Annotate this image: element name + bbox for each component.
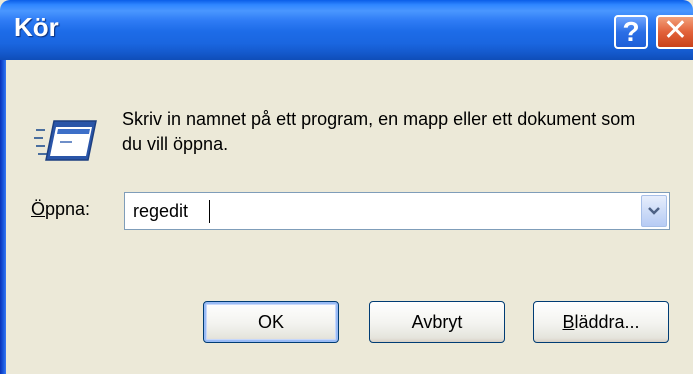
- help-button[interactable]: ?: [614, 15, 648, 49]
- run-dialog: Kör ? ✕ Skriv in namnet på ett program, …: [0, 0, 693, 374]
- open-combobox[interactable]: [124, 192, 670, 230]
- open-label-accelerator: Ö: [31, 199, 46, 219]
- dialog-description: Skriv in namnet på ett program, en mapp …: [122, 109, 636, 154]
- open-label: Öppna:: [31, 199, 90, 220]
- text-cursor: [209, 200, 210, 223]
- browse-accelerator: B: [562, 312, 575, 332]
- browse-button[interactable]: Bläddra...: [533, 301, 669, 343]
- help-icon: ?: [622, 16, 640, 47]
- open-input[interactable]: [133, 197, 623, 225]
- close-button[interactable]: ✕: [656, 15, 693, 49]
- open-label-text: ppna:: [45, 199, 91, 219]
- ok-button[interactable]: OK: [203, 301, 339, 343]
- browse-label: läddra...: [574, 312, 640, 332]
- chevron-down-icon: [648, 207, 660, 215]
- cancel-button[interactable]: Avbryt: [369, 301, 505, 343]
- window-frame-left: [0, 60, 6, 374]
- close-icon: ✕: [662, 14, 689, 47]
- title-bar[interactable]: Kör ? ✕: [0, 0, 693, 60]
- run-program-icon: [34, 120, 97, 161]
- window-title: Kör: [14, 12, 59, 42]
- dropdown-button[interactable]: [641, 195, 667, 227]
